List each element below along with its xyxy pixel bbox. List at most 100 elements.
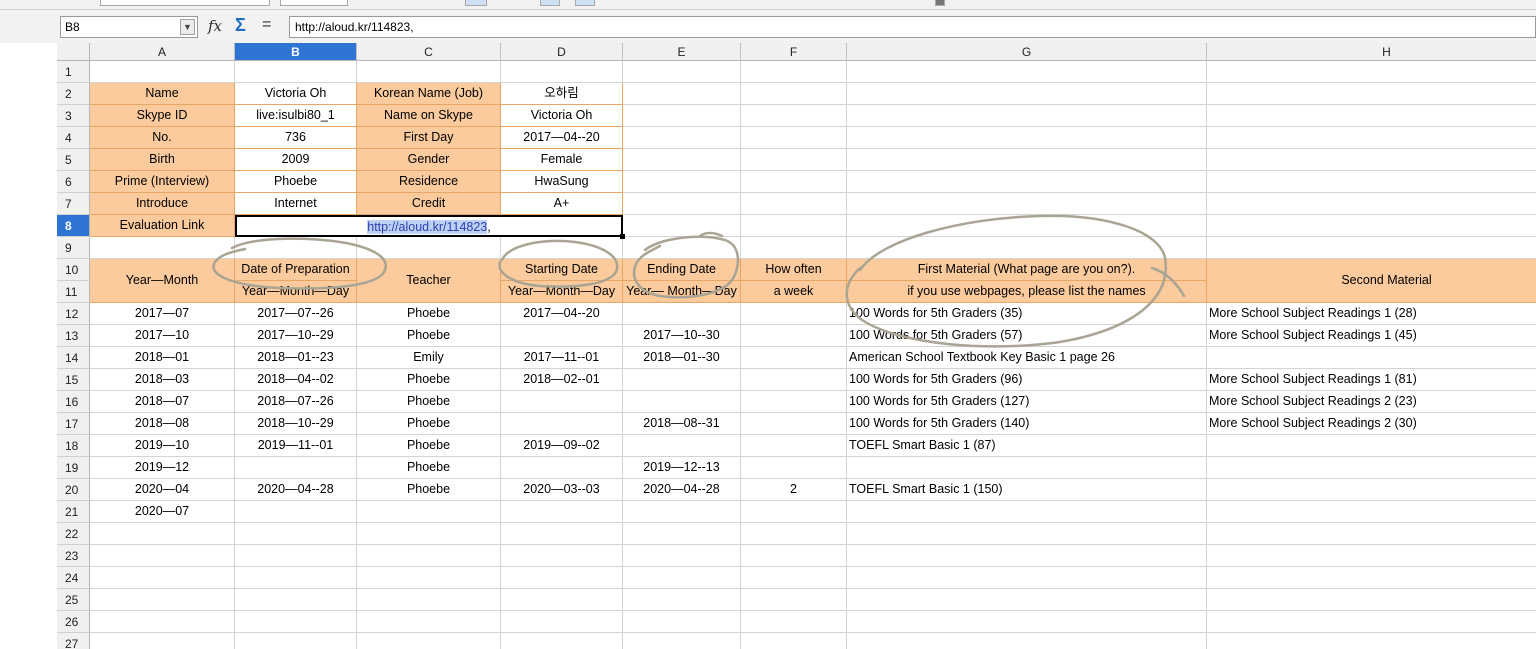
profile-label[interactable]: Name on Skype [357,105,501,127]
record-prep[interactable]: 2020—04--28 [235,479,357,501]
empty-cell[interactable] [741,545,847,567]
empty-cell[interactable] [1207,523,1536,545]
record-end[interactable]: 2019—12--13 [623,457,741,479]
record-start[interactable]: 2019—09--02 [501,435,623,457]
row-header-14[interactable]: 14 [57,347,90,369]
toolbar-scroll-handle[interactable] [935,0,945,6]
record-teacher[interactable]: Phoebe [357,325,501,347]
profile-label[interactable]: No. [90,127,235,149]
empty-cell[interactable] [1207,105,1536,127]
record-start[interactable] [501,391,623,413]
record-ym[interactable]: 2018—07 [90,391,235,413]
record-teacher[interactable]: Phoebe [357,457,501,479]
empty-cell[interactable] [90,589,235,611]
empty-cell[interactable] [235,545,357,567]
record-second[interactable] [1207,501,1536,523]
empty-cell[interactable] [1207,237,1536,259]
toolbar-button[interactable] [540,0,560,6]
row-header-8[interactable]: 8 [57,215,90,237]
empty-cell[interactable] [357,633,501,649]
font-name-box[interactable] [100,0,270,6]
record-start[interactable]: 2018—02--01 [501,369,623,391]
empty-cell[interactable] [235,61,357,83]
record-end[interactable] [623,501,741,523]
record-end[interactable]: 2018—08--31 [623,413,741,435]
header-date-of-preparation[interactable]: Date of Preparation [235,259,357,281]
header-first-material-note[interactable]: if you use webpages, please list the nam… [847,281,1207,303]
empty-cell[interactable] [741,215,847,237]
empty-cell[interactable] [90,237,235,259]
empty-cell[interactable] [623,61,741,83]
chevron-down-icon[interactable]: ▼ [180,19,195,35]
empty-cell[interactable] [501,633,623,649]
record-often[interactable] [741,303,847,325]
record-ym[interactable]: 2017—10 [90,325,235,347]
empty-cell[interactable] [1207,589,1536,611]
record-prep[interactable]: 2018—07--26 [235,391,357,413]
empty-cell[interactable] [847,105,1207,127]
empty-cell[interactable] [357,611,501,633]
row-header-24[interactable]: 24 [57,567,90,589]
empty-cell[interactable] [501,567,623,589]
function-wizard-icon[interactable]: fx [208,17,222,35]
empty-cell[interactable] [623,611,741,633]
record-teacher[interactable]: Phoebe [357,479,501,501]
row-header-17[interactable]: 17 [57,413,90,435]
profile-label[interactable]: Prime (Interview) [90,171,235,193]
record-start[interactable]: 2017—04--20 [501,303,623,325]
record-ym[interactable]: 2019—12 [90,457,235,479]
record-ym[interactable]: 2017—07 [90,303,235,325]
record-prep[interactable] [235,501,357,523]
record-ym[interactable]: 2018—01 [90,347,235,369]
profile-label[interactable]: Credit [357,193,501,215]
formula-input[interactable]: http://aloud.kr/114823, [289,16,1536,38]
empty-cell[interactable] [623,523,741,545]
profile-label[interactable]: Name [90,83,235,105]
empty-cell[interactable] [847,237,1207,259]
empty-cell[interactable] [847,193,1207,215]
row-header-5[interactable]: 5 [57,149,90,171]
record-prep[interactable]: 2018—10--29 [235,413,357,435]
record-often[interactable] [741,413,847,435]
record-ym[interactable]: 2020—07 [90,501,235,523]
empty-cell[interactable] [847,567,1207,589]
profile-value[interactable]: HwaSung [501,171,623,193]
row-header-20[interactable]: 20 [57,479,90,501]
record-start[interactable] [501,413,623,435]
empty-cell[interactable] [90,611,235,633]
empty-cell[interactable] [357,523,501,545]
record-end[interactable] [623,391,741,413]
empty-cell[interactable] [623,149,741,171]
empty-cell[interactable] [623,633,741,649]
header-year-month[interactable]: Year—Month [90,259,235,303]
record-often[interactable] [741,391,847,413]
empty-cell[interactable] [623,105,741,127]
empty-cell[interactable] [357,61,501,83]
empty-cell[interactable] [847,171,1207,193]
empty-cell[interactable] [623,567,741,589]
record-start[interactable] [501,501,623,523]
record-ym[interactable]: 2019—10 [90,435,235,457]
profile-label[interactable]: Birth [90,149,235,171]
empty-cell[interactable] [741,83,847,105]
profile-value[interactable]: Victoria Oh [501,105,623,127]
profile-value[interactable]: A+ [501,193,623,215]
empty-cell[interactable] [1207,171,1536,193]
profile-label[interactable]: Gender [357,149,501,171]
empty-cell[interactable] [847,589,1207,611]
row-header-22[interactable]: 22 [57,523,90,545]
profile-value[interactable]: 736 [235,127,357,149]
header-ending-date[interactable]: Ending Date [623,259,741,281]
empty-cell[interactable] [741,171,847,193]
record-first[interactable]: 100 Words for 5th Graders (140) [847,413,1207,435]
record-second[interactable] [1207,457,1536,479]
profile-value[interactable]: Female [501,149,623,171]
column-header-g[interactable]: G [847,43,1207,61]
empty-cell[interactable] [235,523,357,545]
empty-cell[interactable] [235,589,357,611]
record-prep[interactable]: 2018—01--23 [235,347,357,369]
empty-cell[interactable] [741,105,847,127]
record-ym[interactable]: 2018—08 [90,413,235,435]
record-first[interactable] [847,457,1207,479]
header-ending-date-format[interactable]: Year— Month—Day [623,281,741,303]
